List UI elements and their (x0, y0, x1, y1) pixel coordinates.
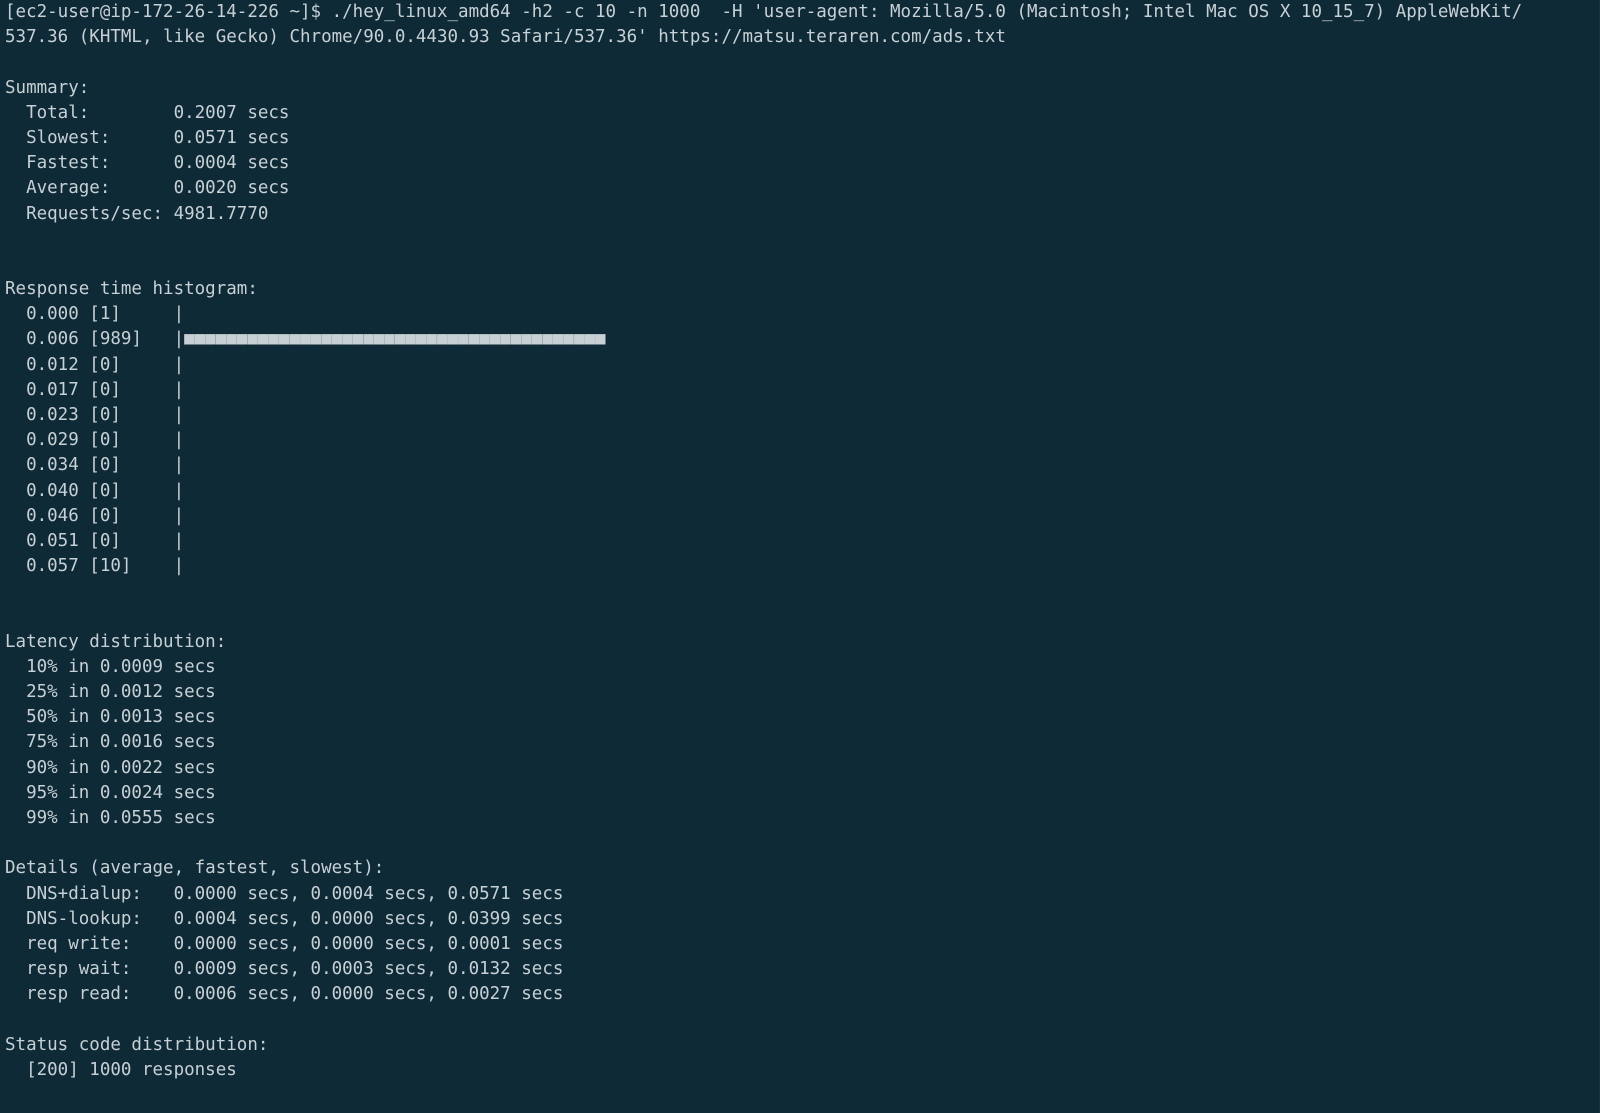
histogram-row: 0.034 [0] | (5, 455, 185, 476)
details-row: resp wait: 0.0009 secs, 0.0003 secs, 0.0… (5, 959, 564, 980)
histogram-row: 0.023 [0] | (5, 405, 185, 426)
summary-total: Total: 0.2007 secs (5, 102, 290, 123)
latency-heading: Latency distribution: (5, 631, 227, 652)
command-line: [ec2-user@ip-172-26-14-226 ~]$ ./hey_lin… (5, 2, 1523, 22)
summary-fastest: Fastest: 0.0004 secs (5, 153, 290, 174)
status-row: [200] 1000 responses (5, 1059, 237, 1080)
histogram-heading: Response time histogram: (5, 279, 258, 300)
histogram-row: 0.029 [0] | (5, 430, 185, 451)
details-heading: Details (average, fastest, slowest): (5, 858, 385, 879)
terminal-window[interactable]: [ec2-user@ip-172-26-14-226 ~]$ ./hey_lin… (0, 0, 1600, 1113)
details-row: resp read: 0.0006 secs, 0.0000 secs, 0.0… (5, 984, 564, 1005)
latency-row: 75% in 0.0016 secs (5, 732, 216, 753)
command-line-continued: 537.36 (KHTML, like Gecko) Chrome/90.0.4… (5, 27, 1006, 48)
summary-average: Average: 0.0020 secs (5, 178, 290, 199)
histogram-row: 0.012 [0] | (5, 354, 185, 375)
details-row: DNS+dialup: 0.0000 secs, 0.0004 secs, 0.… (5, 883, 564, 904)
histogram-row: 0.046 [0] | (5, 505, 185, 526)
histogram-row: 0.006 [989] |■■■■■■■■■■■■■■■■■■■■■■■■■■■… (5, 329, 606, 350)
histogram-row: 0.057 [10] | (5, 556, 185, 577)
latency-row: 99% in 0.0555 secs (5, 808, 216, 829)
histogram-row: 0.000 [1] | (5, 304, 185, 325)
status-heading: Status code distribution: (5, 1034, 269, 1055)
summary-heading: Summary: (5, 77, 90, 98)
latency-row: 50% in 0.0013 secs (5, 707, 216, 728)
details-row: DNS-lookup: 0.0004 secs, 0.0000 secs, 0.… (5, 908, 564, 929)
summary-slowest: Slowest: 0.0571 secs (5, 127, 290, 148)
latency-row: 90% in 0.0022 secs (5, 757, 216, 778)
histogram-row: 0.051 [0] | (5, 530, 185, 551)
histogram-row: 0.040 [0] | (5, 480, 185, 501)
latency-row: 10% in 0.0009 secs (5, 656, 216, 677)
latency-row: 25% in 0.0012 secs (5, 682, 216, 703)
latency-row: 95% in 0.0024 secs (5, 782, 216, 803)
histogram-row: 0.017 [0] | (5, 379, 185, 400)
summary-requests-per-sec: Requests/sec: 4981.7770 (5, 203, 269, 224)
details-row: req write: 0.0000 secs, 0.0000 secs, 0.0… (5, 933, 564, 954)
